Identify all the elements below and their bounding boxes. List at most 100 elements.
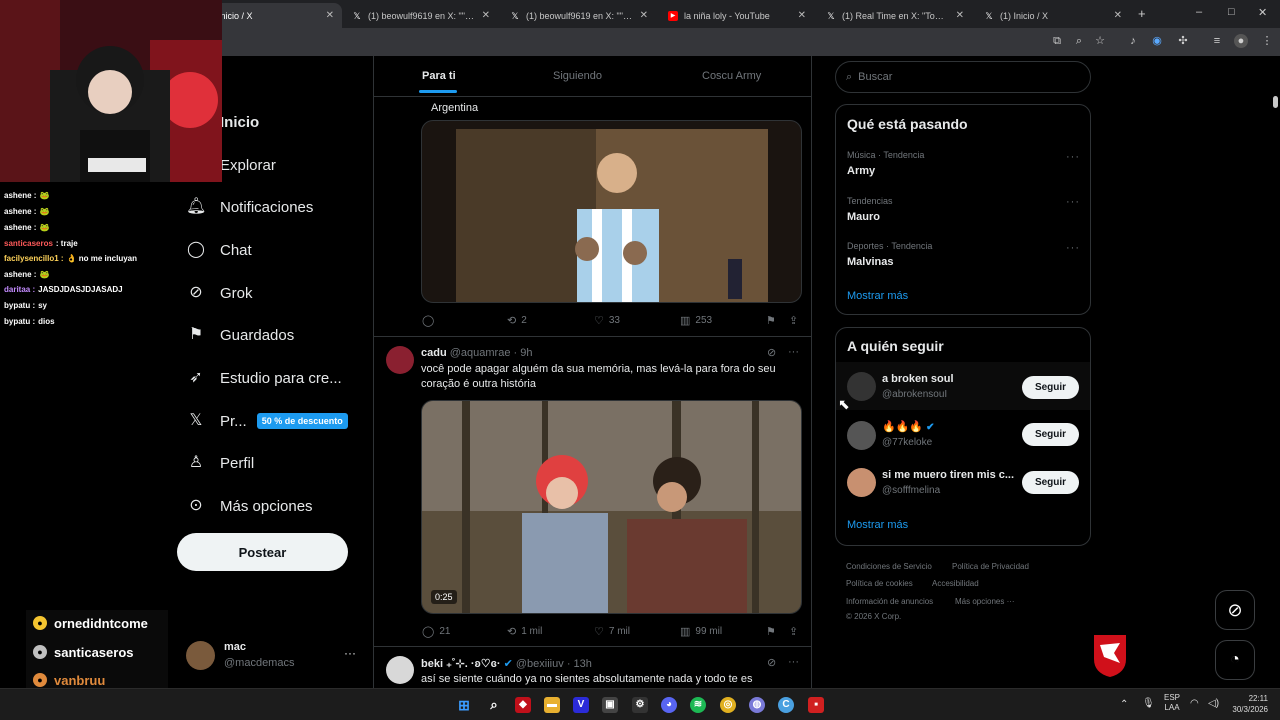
sidebar-item-perfil[interactable]: ♙ Perfil (186, 450, 254, 476)
minimize-button[interactable]: – (1196, 6, 1202, 18)
browser-tab[interactable]: ▶ la niña loly - YouTube ✕ (660, 3, 814, 28)
settings-icon[interactable]: ⚙ (632, 697, 648, 713)
extension-icon[interactable]: ◉ (1150, 34, 1164, 48)
trend-more-icon[interactable]: ··· (1066, 196, 1080, 208)
like-button[interactable]: ♡ 7 mil (594, 625, 630, 638)
footer-link[interactable]: Accesibilidad (932, 579, 979, 588)
views-button[interactable]: ▥ 99 mil (680, 625, 722, 638)
sidebar-item-mas-opciones[interactable]: ⊙ Más opciones (186, 493, 312, 519)
avatar[interactable] (386, 346, 414, 374)
sidebar-item-estudio[interactable]: ➶ Estudio para cre... (186, 365, 341, 391)
reply-button[interactable]: ◯ (422, 314, 439, 327)
clock[interactable]: 22:11 30/3/2026 (1226, 693, 1268, 715)
microphone-icon[interactable]: 🎙︎ (1142, 698, 1155, 709)
post-time[interactable]: · 13h (567, 658, 592, 670)
close-tab-icon[interactable]: ✕ (640, 10, 648, 21)
menu-icon[interactable]: ⋮ (1260, 34, 1274, 48)
chrome-icon[interactable]: ◎ (720, 697, 736, 713)
language-indicator[interactable]: ESP LAA (1164, 693, 1180, 713)
sidebar-item-notificaciones[interactable]: 🔔︎ Notificaciones (186, 194, 313, 220)
avatar[interactable] (386, 656, 414, 684)
post-video[interactable]: 0:25 (421, 400, 802, 614)
share-button[interactable]: ⇪ (789, 314, 803, 327)
close-tab-icon[interactable]: ✕ (482, 10, 490, 21)
repost-button[interactable]: ⟲ 1 mil (507, 625, 542, 638)
post-more-icon[interactable]: ··· (788, 656, 799, 668)
sidebar-item-guardados[interactable]: ⚑ Guardados (186, 322, 294, 348)
new-tab-button[interactable]: + (1138, 6, 1146, 21)
search-icon[interactable]: ⌕ (486, 697, 502, 713)
app-icon[interactable]: C (778, 697, 794, 713)
follow-name[interactable]: si me muero tiren mis c... (882, 469, 1014, 481)
account-more-icon[interactable]: ··· (344, 646, 356, 660)
cast-icon[interactable]: ⧉ (1050, 34, 1064, 48)
follow-button[interactable]: Seguir (1022, 471, 1079, 494)
maximize-button[interactable]: □ (1228, 6, 1235, 18)
discord-icon[interactable]: ◕ (661, 697, 677, 713)
close-tab-icon[interactable]: ✕ (798, 10, 806, 21)
share-button[interactable]: ⇪ (789, 625, 803, 638)
trend-item[interactable]: Música · Tendencia Army (847, 150, 924, 177)
post-more-icon[interactable]: ··· (788, 346, 799, 358)
messages-float-button[interactable]: ◔ (1215, 640, 1255, 680)
grok-float-button[interactable]: ⊘ (1215, 590, 1255, 630)
sidebar-item-chat[interactable]: ◯ Chat (186, 237, 252, 263)
account-name[interactable]: mac (224, 641, 246, 653)
trend-item[interactable]: Deportes · Tendencia Malvinas (847, 241, 932, 268)
reading-list-icon[interactable]: ≡ (1210, 34, 1224, 48)
post-button[interactable]: Postear (177, 533, 348, 571)
footer-link[interactable]: Condiciones de Servicio (846, 562, 932, 571)
footer-link[interactable]: Información de anuncios (846, 597, 933, 606)
trend-item[interactable]: Tendencias Mauro (847, 196, 893, 223)
follow-show-more-link[interactable]: Mostrar más (847, 519, 908, 531)
tab-coscu-army[interactable]: Coscu Army (702, 70, 761, 82)
browser-tab[interactable]: 𝕏 (1) beowulf9619 en X: ""Lolo c ✕ (344, 3, 498, 28)
browser-tab[interactable]: 𝕏 (1) beowulf9619 en X: ""Lolo c ✕ (502, 3, 656, 28)
close-tab-icon[interactable]: ✕ (1114, 10, 1122, 21)
like-button[interactable]: ♡ 33 (594, 314, 620, 327)
scrollbar-track[interactable] (1272, 56, 1280, 688)
close-tab-icon[interactable]: ✕ (326, 10, 334, 21)
author-name[interactable]: cadu (421, 347, 447, 359)
profile-avatar-icon[interactable]: ● (1234, 34, 1248, 48)
bookmark-button[interactable]: ⚑ (766, 314, 781, 327)
scrollbar-thumb[interactable] (1273, 96, 1278, 108)
spotify-icon[interactable]: ≋ (690, 697, 706, 713)
app-icon[interactable]: ■ (808, 697, 824, 713)
search-box[interactable]: ⌕ Buscar (835, 61, 1091, 93)
trend-more-icon[interactable]: ··· (1066, 242, 1080, 254)
windows-start-icon[interactable]: ⊞ (456, 697, 472, 713)
footer-link[interactable]: Más opciones ··· (955, 597, 1015, 606)
browser-tab[interactable]: 𝕏 (1) Inicio / X ✕ (976, 3, 1130, 28)
post-image[interactable] (421, 120, 802, 303)
follow-name-row[interactable]: 🔥🔥🔥 ✔ (882, 420, 935, 433)
wifi-icon[interactable]: ◠ (1190, 698, 1199, 709)
tab-siguiendo[interactable]: Siguiendo (553, 70, 602, 82)
avatar[interactable] (847, 421, 876, 450)
grok-post-icon[interactable]: ⊘ (767, 346, 776, 359)
avatar[interactable] (847, 468, 876, 497)
volume-icon[interactable]: ◁) (1208, 698, 1219, 709)
sidebar-item-grok[interactable]: ⊘ Grok (186, 280, 252, 306)
follow-name[interactable]: a broken soul (882, 373, 954, 385)
author-handle[interactable]: @aquamrae (450, 347, 511, 359)
store-icon[interactable]: ▣ (602, 697, 618, 713)
reply-button[interactable]: ◯ 21 (422, 625, 450, 638)
tray-chevron-icon[interactable]: ⌃ (1120, 699, 1128, 710)
follow-button[interactable]: Seguir (1022, 376, 1079, 399)
zoom-icon[interactable]: ⌕ (1072, 34, 1086, 48)
footer-link[interactable]: Política de Privacidad (952, 562, 1029, 571)
author-name[interactable]: beki ₊˚⊹. ·ʚ♡ɞ· (421, 658, 501, 670)
browser-tab-active[interactable]: Inicio / X ✕ (210, 3, 342, 28)
app-icon[interactable]: ◍ (749, 697, 765, 713)
sidebar-item-premium[interactable]: 𝕏 Pr... 50 % de descuento (186, 408, 348, 434)
trend-more-icon[interactable]: ··· (1066, 151, 1080, 163)
close-window-button[interactable]: ✕ (1258, 6, 1267, 19)
post-time[interactable]: · 9h (514, 347, 533, 359)
bookmark-star-icon[interactable]: ☆ (1093, 34, 1107, 48)
views-button[interactable]: ▥ 253 (680, 314, 712, 327)
close-tab-icon[interactable]: ✕ (956, 10, 964, 21)
file-explorer-icon[interactable]: ▬ (544, 697, 560, 713)
grok-post-icon[interactable]: ⊘ (767, 656, 776, 669)
author-handle[interactable]: @bexiiiuv (516, 658, 564, 670)
